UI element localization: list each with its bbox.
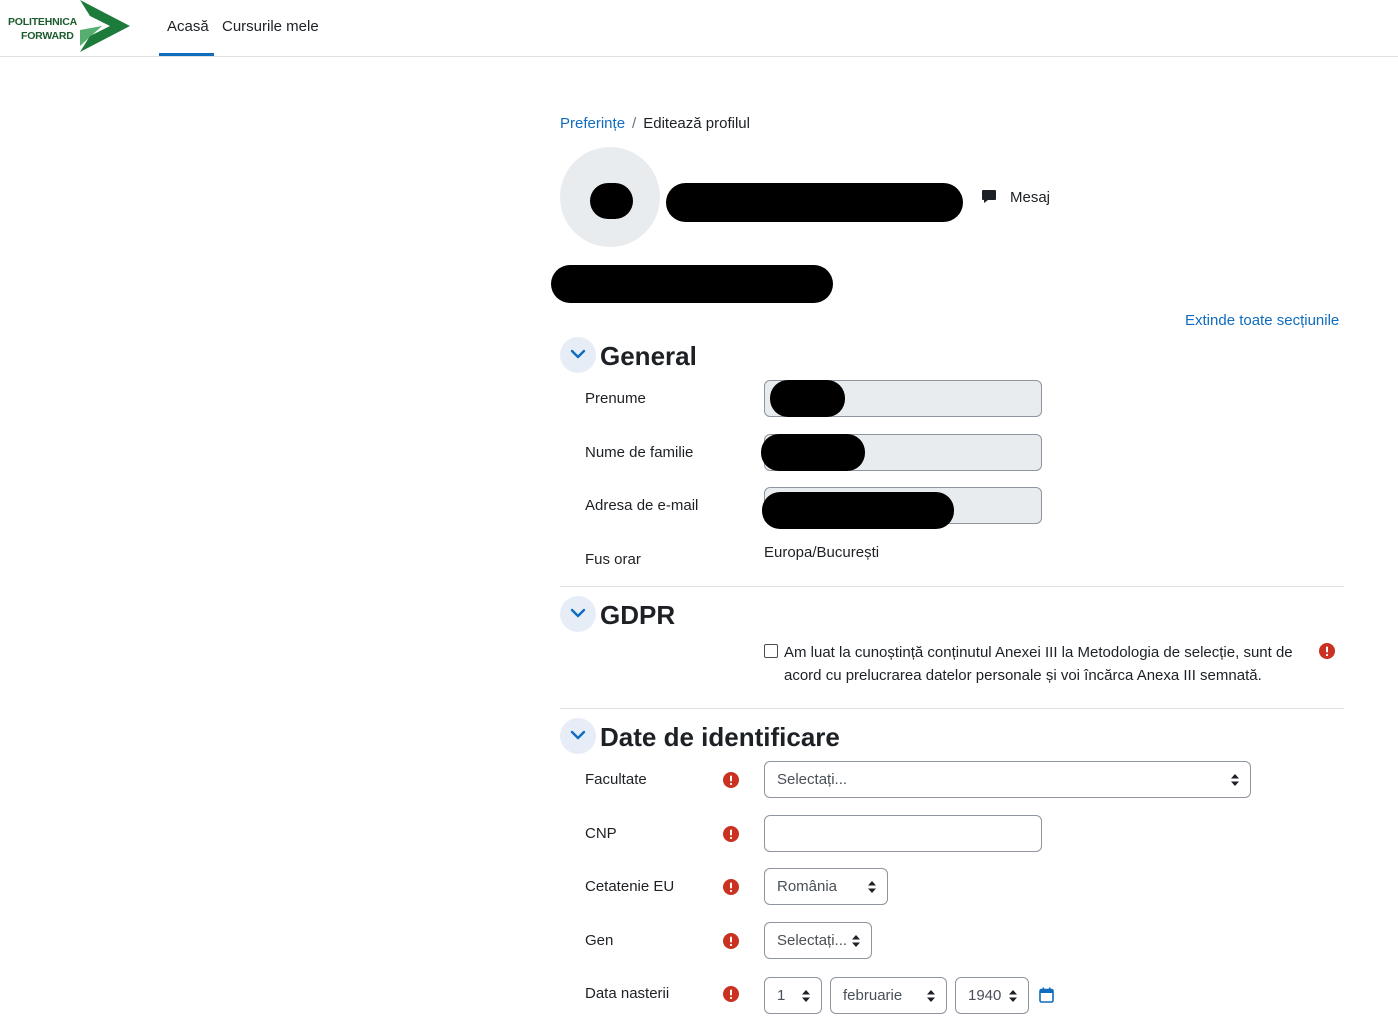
redacted-first-name — [770, 380, 845, 417]
section-divider — [560, 586, 1344, 587]
last-name-label: Nume de familie — [585, 444, 694, 461]
required-icon — [723, 772, 739, 788]
required-icon — [1319, 643, 1335, 659]
gender-select-value: Selectați... — [777, 932, 848, 949]
breadcrumb: Preferințe / Editează profilul — [560, 115, 750, 133]
faculty-select-value: Selectați... — [777, 771, 848, 788]
required-icon — [723, 826, 739, 842]
calendar-icon[interactable] — [1039, 987, 1054, 1003]
gender-label: Gen — [585, 932, 614, 949]
nav-home[interactable]: Acasă — [167, 18, 209, 36]
general-section-title[interactable]: General — [600, 341, 697, 371]
gender-select[interactable]: Selectați... — [764, 922, 872, 959]
select-arrows-icon — [927, 990, 935, 1002]
timezone-value: Europa/București — [764, 544, 880, 561]
chevron-down-icon — [570, 608, 586, 618]
redacted-avatar-initials — [590, 183, 633, 219]
redacted-last-name — [761, 434, 865, 471]
top-navbar: POLITEHNICA FORWARD Acasă Cursurile mele — [0, 0, 1398, 57]
select-arrows-icon — [802, 990, 810, 1002]
gdpr-consent-text[interactable]: Am luat la cunoștință conținutul Anexei … — [784, 641, 1309, 687]
citizenship-label: Cetatenie EU — [585, 878, 675, 895]
birth-day-select[interactable]: 1 — [764, 977, 822, 1014]
message-button-label[interactable]: Mesaj — [1010, 189, 1050, 207]
general-section-toggle[interactable] — [560, 337, 596, 373]
required-icon — [723, 986, 739, 1002]
birth-year-value: 1940 — [968, 987, 1002, 1004]
logo-line2: FORWARD — [21, 30, 74, 42]
identification-section-title[interactable]: Date de identificare — [600, 722, 840, 752]
first-name-label: Prenume — [585, 390, 646, 407]
required-icon — [723, 933, 739, 949]
birth-month-value: februarie — [843, 987, 903, 1004]
chevron-down-icon — [570, 730, 586, 740]
select-arrows-icon — [1231, 774, 1239, 786]
citizenship-select-value: România — [777, 878, 838, 895]
breadcrumb-current: Editează profilul — [643, 115, 750, 132]
redacted-user-subtitle — [551, 265, 833, 303]
faculty-select[interactable]: Selectați... — [764, 761, 1251, 798]
nav-my-courses[interactable]: Cursurile mele — [222, 18, 319, 36]
identification-section-toggle[interactable] — [560, 718, 596, 754]
birth-day-value: 1 — [777, 987, 786, 1004]
cnp-input[interactable] — [764, 815, 1042, 852]
logo-line1: POLITEHNICA — [8, 16, 77, 28]
breadcrumb-separator: / — [632, 115, 637, 132]
required-icon — [723, 879, 739, 895]
message-icon[interactable] — [981, 189, 997, 205]
email-label: Adresa de e-mail — [585, 497, 699, 514]
select-arrows-icon — [868, 881, 876, 893]
section-divider — [560, 708, 1344, 709]
birth-year-select[interactable]: 1940 — [955, 977, 1029, 1014]
faculty-label: Facultate — [585, 771, 647, 788]
birthdate-label: Data nasterii — [585, 985, 670, 1002]
gdpr-section-toggle[interactable] — [560, 596, 596, 632]
site-logo[interactable]: POLITEHNICA FORWARD — [6, 0, 132, 54]
nav-active-indicator — [159, 53, 214, 56]
redacted-email — [762, 492, 954, 529]
chevron-down-icon — [570, 349, 586, 359]
select-arrows-icon — [1009, 990, 1017, 1002]
timezone-label: Fus orar — [585, 551, 641, 568]
select-arrows-icon — [852, 935, 860, 947]
redacted-user-name — [666, 183, 963, 222]
breadcrumb-preferences-link[interactable]: Preferințe — [560, 115, 625, 132]
gdpr-consent-checkbox[interactable] — [764, 644, 778, 658]
gdpr-section-title[interactable]: GDPR — [600, 600, 675, 630]
birth-month-select[interactable]: februarie — [830, 977, 947, 1014]
expand-all-sections-link[interactable]: Extinde toate secțiunile — [1185, 312, 1339, 330]
cnp-label: CNP — [585, 825, 617, 842]
citizenship-select[interactable]: România — [764, 868, 888, 905]
